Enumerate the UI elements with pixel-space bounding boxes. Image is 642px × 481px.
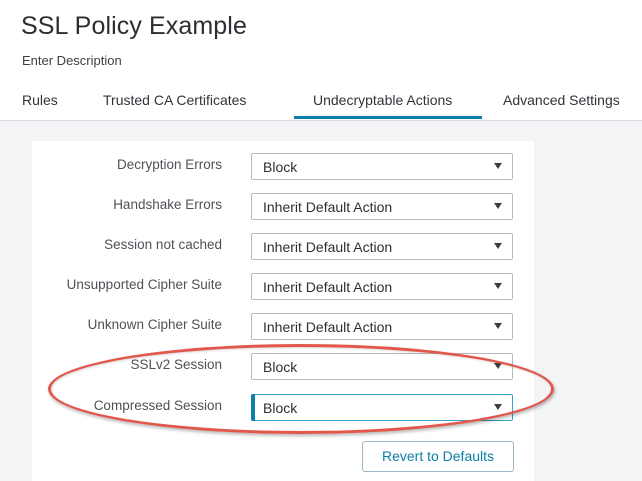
select-value: Block: [263, 159, 298, 175]
chevron-down-icon: [494, 203, 502, 209]
select-unknown-cipher-suite[interactable]: Inherit Default Action: [251, 313, 513, 340]
undecryptable-actions-panel: [32, 141, 534, 481]
chevron-down-icon: [494, 323, 502, 329]
chevron-down-icon: [494, 163, 502, 169]
chevron-down-icon: [494, 243, 502, 249]
select-session-not-cached[interactable]: Inherit Default Action: [251, 233, 513, 260]
chevron-down-icon: [494, 283, 502, 289]
label-sslv2-session: SSLv2 Session: [130, 357, 222, 372]
select-value: Inherit Default Action: [263, 279, 393, 295]
select-unsupported-cipher-suite[interactable]: Inherit Default Action: [251, 273, 513, 300]
tab-undecryptable-actions[interactable]: Undecryptable Actions: [313, 92, 452, 108]
select-value: Inherit Default Action: [263, 199, 393, 215]
description-field[interactable]: Enter Description: [22, 53, 122, 68]
select-handshake-errors[interactable]: Inherit Default Action: [251, 193, 513, 220]
select-decryption-errors[interactable]: Block: [251, 153, 513, 180]
select-sslv2-session[interactable]: Block: [251, 353, 513, 380]
tab-rules[interactable]: Rules: [22, 92, 58, 108]
tab-advanced-settings[interactable]: Advanced Settings: [503, 92, 620, 108]
revert-to-defaults-button[interactable]: Revert to Defaults: [362, 441, 514, 472]
select-value: Block: [263, 400, 298, 416]
chevron-down-icon: [494, 363, 502, 369]
select-value: Inherit Default Action: [263, 319, 393, 335]
label-decryption-errors: Decryption Errors: [116, 157, 222, 172]
label-unsupported-cipher-suite: Unsupported Cipher Suite: [66, 277, 222, 292]
label-session-not-cached: Session not cached: [104, 237, 222, 252]
active-tab-indicator: [294, 116, 482, 119]
tab-trusted-ca-certificates[interactable]: Trusted CA Certificates: [103, 92, 246, 108]
label-unknown-cipher-suite: Unknown Cipher Suite: [87, 317, 222, 332]
tab-bar: Rules Trusted CA Certificates Undecrypta…: [0, 86, 642, 120]
select-value: Block: [263, 359, 298, 375]
page-title: SSL Policy Example: [21, 12, 247, 40]
select-compressed-session[interactable]: Block: [251, 394, 513, 421]
select-value: Inherit Default Action: [263, 239, 393, 255]
focus-indicator: [251, 394, 255, 421]
chevron-down-icon: [494, 404, 502, 410]
label-compressed-session: Compressed Session: [93, 398, 222, 413]
page-header: SSL Policy Example Enter Description Rul…: [0, 0, 642, 121]
label-handshake-errors: Handshake Errors: [113, 197, 222, 212]
